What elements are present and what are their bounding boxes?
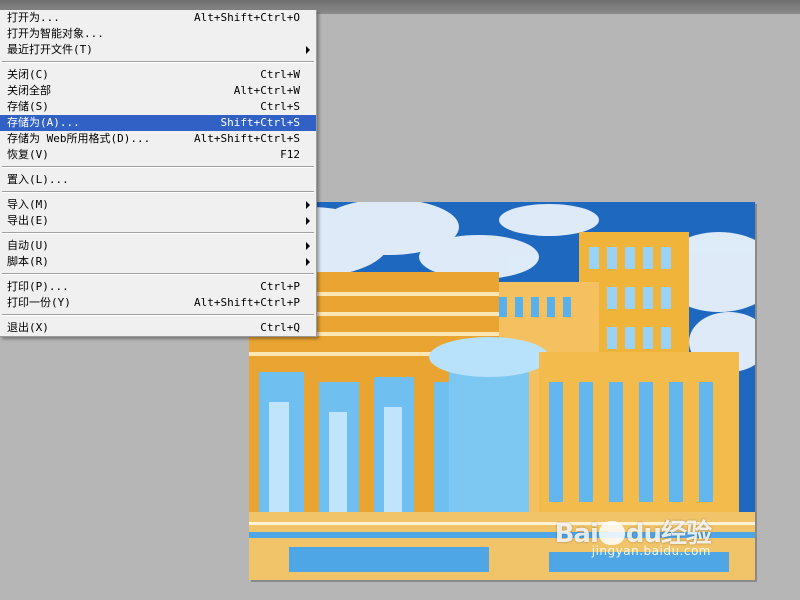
watermark-url: jingyan.baidu.com [591,544,711,558]
submenu-arrow-icon [306,201,310,209]
submenu-arrow-icon [306,242,310,250]
menu-item-label: 导入(M) [7,198,49,211]
menu-separator [2,166,314,168]
menu-item-打印一份[interactable]: 打印一份(Y) Alt+Shift+Ctrl+P [0,295,316,311]
menu-item-label: 存储(S) [7,100,49,113]
menu-separator [2,314,314,316]
menu-separator [2,273,314,275]
menu-item-导入[interactable]: 导入(M) [0,197,316,213]
menu-item-label: 自动(U) [7,239,49,252]
menu-item-最近打开文件[interactable]: 最近打开文件(T) [0,42,316,58]
menu-item-label: 最近打开文件(T) [7,43,93,56]
file-menu-dropdown: 打开为... Alt+Shift+Ctrl+O 打开为智能对象... 最近打开文件(T… [0,10,317,337]
menu-item-label: 置入(L)... [7,173,69,186]
menu-item-打开为智能对象[interactable]: 打开为智能对象... [0,26,316,42]
menu-item-shortcut: Ctrl+S [260,100,300,113]
menu-item-label: 打开为智能对象... [7,27,104,40]
submenu-arrow-icon [306,217,310,225]
menu-item-存储为[interactable]: 存储为(A)... Shift+Ctrl+S [0,115,316,131]
menu-item-label: 打开为... [7,11,60,24]
menu-item-label: 脚本(R) [7,255,49,268]
menu-item-导出[interactable]: 导出(E) [0,213,316,229]
menu-item-label: 导出(E) [7,214,49,227]
menu-item-label: 关闭全部 [7,84,51,97]
menu-item-shortcut: Alt+Shift+Ctrl+P [194,296,300,309]
menu-item-退出[interactable]: 退出(X) Ctrl+Q [0,320,316,336]
menu-item-打开为[interactable]: 打开为... Alt+Shift+Ctrl+O [0,10,316,26]
menu-item-label: 退出(X) [7,321,49,334]
menu-item-自动[interactable]: 自动(U) [0,238,316,254]
menu-item-关闭全部[interactable]: 关闭全部 Alt+Ctrl+W [0,83,316,99]
menu-item-shortcut: Ctrl+W [260,68,300,81]
workspace[interactable]: Bai du经验 jingyan.baidu.com 打开为... Alt+Shif… [0,10,800,600]
menu-item-置入[interactable]: 置入(L)... [0,172,316,188]
menu-item-label: 打印一份(Y) [7,296,71,309]
menu-item-shortcut: Ctrl+P [260,280,300,293]
menu-item-shortcut: Alt+Shift+Ctrl+S [194,132,300,145]
menu-item-label: 恢复(V) [7,148,49,161]
menu-item-打印[interactable]: 打印(P)... Ctrl+P [0,279,316,295]
menu-separator [2,232,314,234]
menu-item-label: 关闭(C) [7,68,49,81]
menu-item-存储[interactable]: 存储(S) Ctrl+S [0,99,316,115]
menu-item-脚本[interactable]: 脚本(R) [0,254,316,270]
menu-item-关闭[interactable]: 关闭(C) Ctrl+W [0,67,316,83]
menu-item-label: 存储为(A)... [7,116,80,129]
menu-item-shortcut: F12 [280,148,300,161]
menu-item-shortcut: Shift+Ctrl+S [220,116,300,129]
document-canvas[interactable]: Bai du经验 jingyan.baidu.com [249,202,755,580]
paw-icon [598,521,625,545]
submenu-arrow-icon [306,46,310,54]
menu-separator [2,61,314,63]
submenu-arrow-icon [306,258,310,266]
menu-item-shortcut: Alt+Shift+Ctrl+O [194,11,300,24]
menu-item-label: 打印(P)... [7,280,69,293]
menu-item-shortcut: Alt+Ctrl+W [233,84,300,97]
menu-item-shortcut: Ctrl+Q [260,321,300,334]
menu-item-恢复[interactable]: 恢复(V) F12 [0,147,316,163]
menu-item-label: 存储为 Web所用格式(D)... [7,132,151,145]
menu-separator [2,191,314,193]
menu-item-存储为-Web所用格式[interactable]: 存储为 Web所用格式(D)... Alt+Shift+Ctrl+S [0,131,316,147]
